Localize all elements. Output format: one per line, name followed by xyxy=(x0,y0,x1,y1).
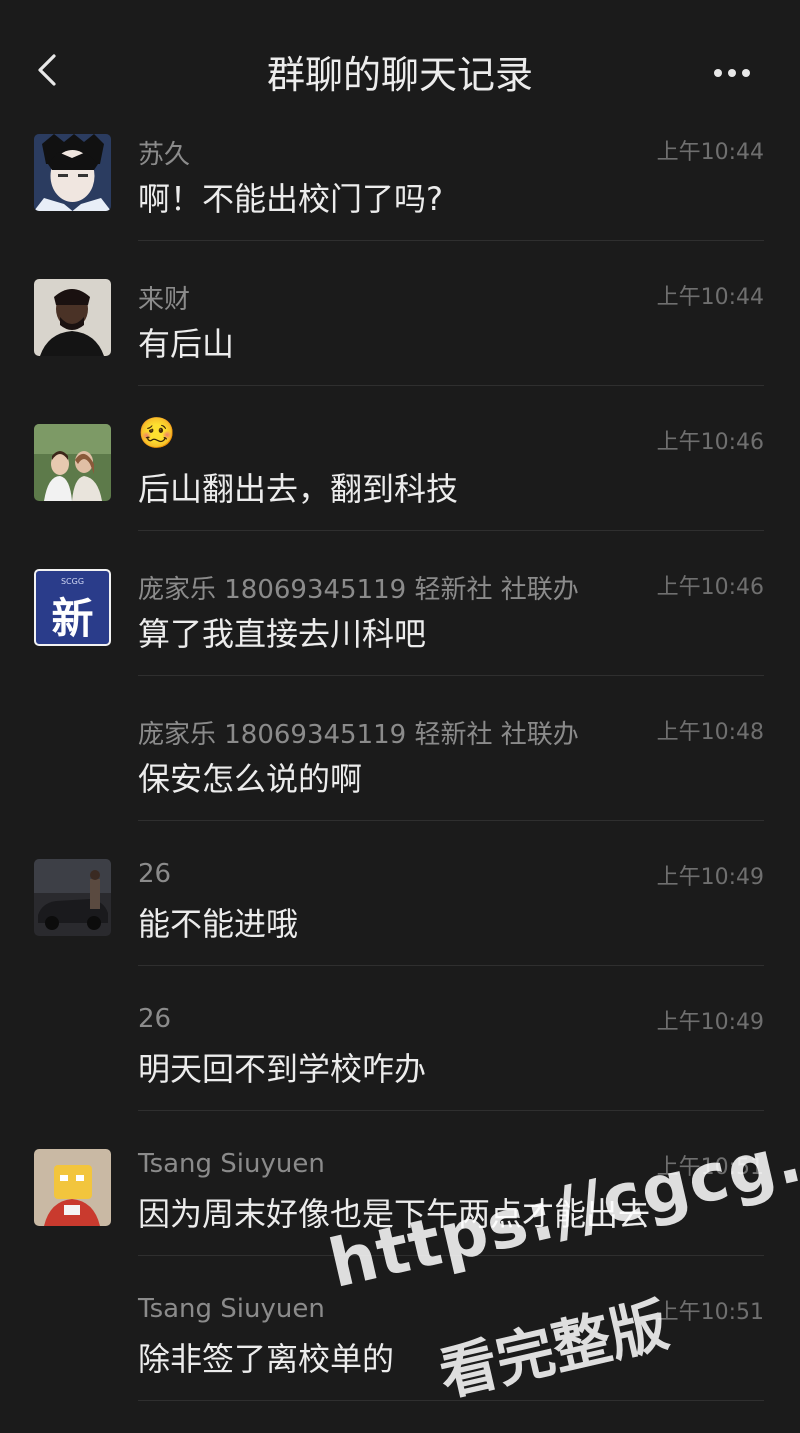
message-time: 上午10:46 xyxy=(656,575,764,600)
divider xyxy=(138,530,764,531)
divider xyxy=(138,385,764,386)
sender-name: 来财 xyxy=(138,285,191,315)
message-time: 上午10:49 xyxy=(656,865,764,890)
message-text: 啊！不能出校门了吗? xyxy=(138,180,443,218)
message-time: 上午10:46 xyxy=(656,430,764,455)
divider xyxy=(138,1255,764,1256)
avatar[interactable] xyxy=(34,424,111,501)
message-time: 上午10:51 xyxy=(656,1155,764,1180)
message-text: 能不能进哦 xyxy=(138,905,299,943)
message-item[interactable]: 来财 上午10:44 有后山 xyxy=(0,273,800,418)
divider xyxy=(138,1110,764,1111)
message-item[interactable]: 庞家乐 18069345119 轻新社 社联办 上午10:48 保安怎么说的啊 xyxy=(0,708,800,853)
message-text: 算了我直接去川科吧 xyxy=(138,615,427,653)
divider xyxy=(138,675,764,676)
message-text: 因为周末好像也是下午两点才能出去 xyxy=(138,1195,651,1233)
message-item[interactable]: 苏久 上午10:44 啊！不能出校门了吗? xyxy=(0,128,800,273)
logo-character: 新 xyxy=(51,594,94,643)
more-options-icon[interactable] xyxy=(714,62,764,77)
message-time: 上午10:44 xyxy=(656,140,764,165)
divider xyxy=(138,820,764,821)
sender-name: 庞家乐 18069345119 轻新社 社联办 xyxy=(138,575,579,605)
divider xyxy=(138,965,764,966)
sender-name: 庞家乐 18069345119 轻新社 社联办 xyxy=(138,720,579,750)
divider xyxy=(138,1400,764,1401)
sender-name: 26 xyxy=(138,1004,172,1034)
message-item[interactable]: 🥴 上午10:46 后山翻出去，翻到科技 xyxy=(0,416,800,563)
message-time: 上午10:44 xyxy=(656,285,764,310)
avatar-xin-logo[interactable]: SCGG 新 xyxy=(34,569,111,646)
sender-name: 26 xyxy=(138,859,172,889)
avatar[interactable] xyxy=(34,1149,111,1226)
message-time: 上午10:49 xyxy=(656,1010,764,1035)
message-item[interactable]: 26 上午10:49 明天回不到学校咋办 xyxy=(0,998,800,1143)
sender-name: Tsang Siuyuen xyxy=(138,1294,325,1324)
divider xyxy=(138,240,764,241)
navigation-bar: 群聊的聊天记录 xyxy=(0,0,800,130)
avatar[interactable] xyxy=(34,279,111,356)
message-item[interactable]: Tsang Siuyuen 上午10:51 因为周末好像也是下午两点才能出去 xyxy=(0,1143,800,1288)
message-item[interactable]: 26 上午10:49 能不能进哦 xyxy=(0,853,800,998)
message-time: 上午10:48 xyxy=(656,720,764,745)
message-time: 上午10:51 xyxy=(656,1300,764,1325)
message-text: 后山翻出去，翻到科技 xyxy=(138,470,459,508)
sender-emoji: 🥴 xyxy=(138,416,176,451)
message-text: 明天回不到学校咋办 xyxy=(138,1050,427,1088)
message-text: 保安怎么说的啊 xyxy=(138,760,363,798)
avatar[interactable] xyxy=(34,859,111,936)
message-item[interactable]: SCGG 新 庞家乐 18069345119 轻新社 社联办 上午10:46 算… xyxy=(0,563,800,708)
sender-name: Tsang Siuyuen xyxy=(138,1149,325,1179)
message-text: 有后山 xyxy=(138,325,235,363)
message-item[interactable]: Tsang Siuyuen 上午10:51 除非签了离校单的 xyxy=(0,1288,800,1433)
avatar[interactable] xyxy=(34,134,111,211)
page-title: 群聊的聊天记录 xyxy=(266,53,533,97)
message-text: 除非签了离校单的 xyxy=(138,1340,395,1378)
sender-name: 苏久 xyxy=(138,140,191,170)
